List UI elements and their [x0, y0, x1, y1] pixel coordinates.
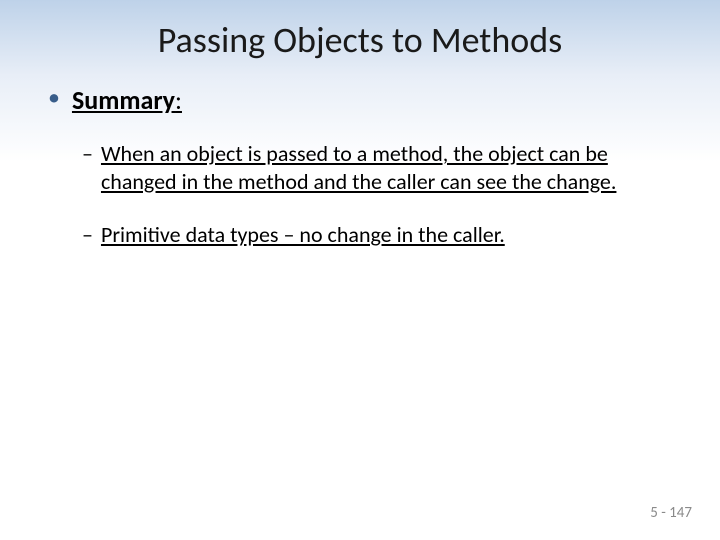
sub-bullet-1: – When an object is passed to a method, … [82, 140, 690, 195]
sub-bullet-2-text: Primitive data types – no change in the … [101, 221, 505, 249]
summary-label: Summary [72, 84, 175, 116]
slide-number: 5 - 147 [650, 504, 692, 522]
slide-content: • Summary: – When an object is passed to… [0, 62, 720, 249]
slide: Passing Objects to Methods • Summary: – … [0, 0, 720, 540]
sub-bullet-2: – Primitive data types – no change in th… [82, 221, 690, 249]
bullet-summary: • Summary: [48, 84, 690, 116]
bullet-icon: • [48, 84, 60, 113]
slide-title: Passing Objects to Methods [0, 0, 720, 62]
sub-bullet-1-text: When an object is passed to a method, th… [101, 140, 660, 195]
dash-icon: – [82, 140, 93, 168]
dash-icon: – [82, 221, 93, 249]
summary-colon: : [175, 84, 182, 116]
